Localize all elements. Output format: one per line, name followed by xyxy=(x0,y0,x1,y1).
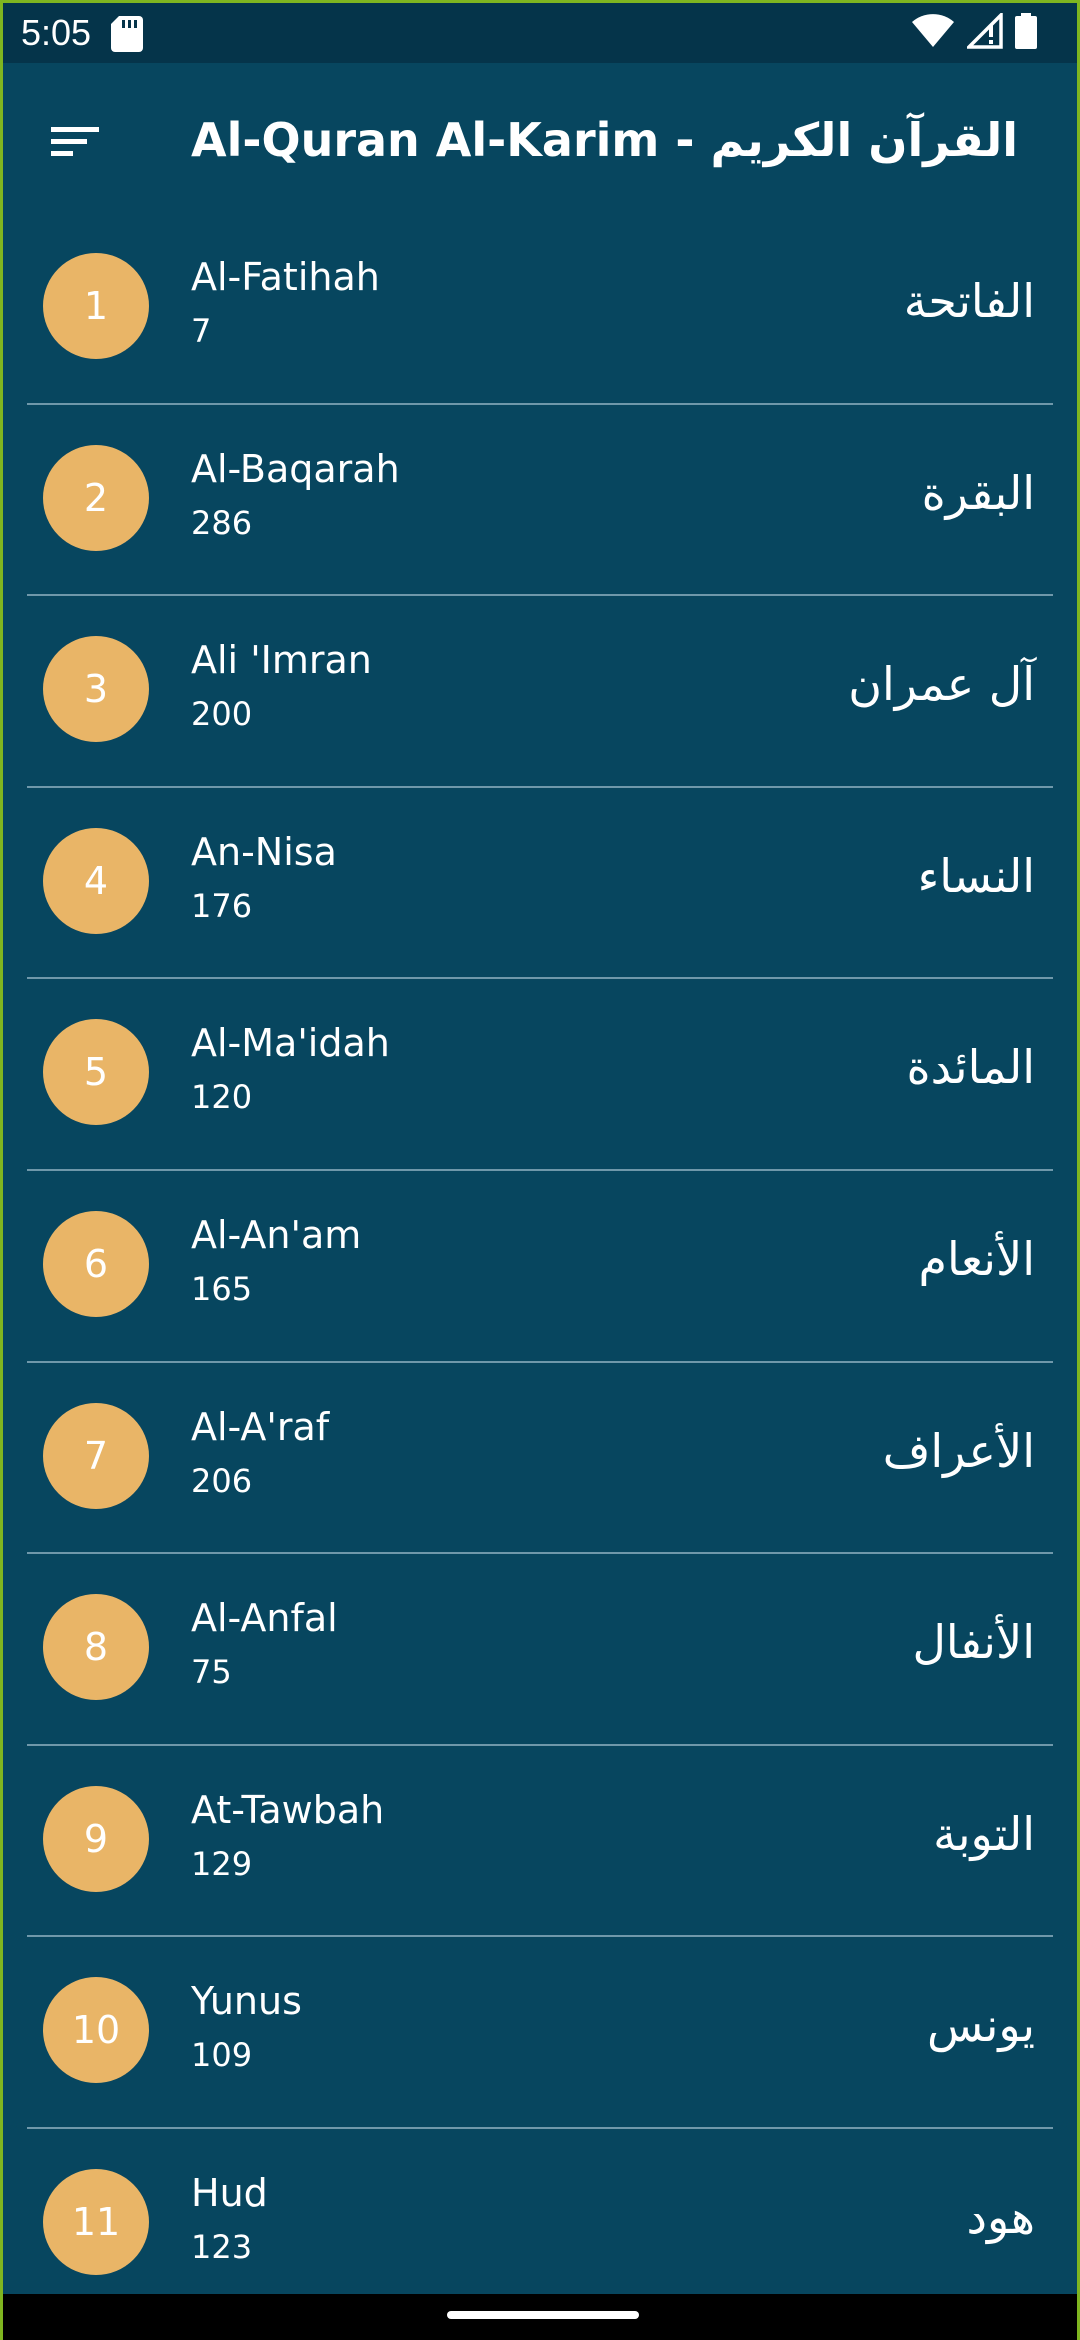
sort-menu-icon[interactable] xyxy=(47,121,103,161)
surah-number-badge: 6 xyxy=(43,1210,149,1317)
surah-number-badge: 4 xyxy=(43,827,149,934)
surah-arabic-name: الأعراف xyxy=(882,1423,1035,1478)
verse-count: 7 xyxy=(191,312,212,350)
surah-number-badge: 3 xyxy=(43,636,149,743)
battery-icon xyxy=(1015,13,1037,53)
navigation-bar xyxy=(3,2294,1077,2340)
surah-arabic-name: الفاتحة xyxy=(903,274,1035,328)
verse-count: 109 xyxy=(191,2036,253,2075)
surah-arabic-name: البقرة xyxy=(921,465,1035,520)
surah-name: Al-Baqarah xyxy=(191,446,400,491)
surah-arabic-name: آل عمران xyxy=(848,657,1035,712)
surah-number-badge: 8 xyxy=(43,1594,149,1701)
surah-name: Al-An'am xyxy=(191,1212,362,1257)
verse-count: 206 xyxy=(191,1461,253,1500)
app-bar: Al-Quran Al-Karim - القرآن الكريم xyxy=(3,63,1077,215)
app-screen: 5:05 Al-Quran Al-Karim - القرآن الكريم 1… xyxy=(0,0,1080,2340)
surah-arabic-name: المائدة xyxy=(906,1040,1035,1095)
surah-number-badge: 2 xyxy=(43,444,149,551)
verse-count: 120 xyxy=(191,1078,253,1117)
surah-arabic-name: الأنفال xyxy=(912,1615,1035,1670)
surah-name: Hud xyxy=(191,2170,268,2215)
surah-number-badge: 7 xyxy=(43,1402,149,1509)
verse-count: 123 xyxy=(191,2227,253,2266)
verse-count: 75 xyxy=(191,1653,232,1692)
status-time: 5:05 xyxy=(21,12,92,53)
surah-number-badge: 1 xyxy=(43,253,149,359)
wifi-icon xyxy=(911,13,955,53)
surah-row[interactable]: 4 An-Nisa 176 النساء xyxy=(3,788,1077,980)
surah-arabic-name: التوبة xyxy=(933,1806,1035,1861)
status-bar: 5:05 xyxy=(3,3,1077,63)
verse-count: 200 xyxy=(191,695,253,734)
page-title: Al-Quran Al-Karim - القرآن الكريم xyxy=(191,113,1019,167)
surah-arabic-name: يونس xyxy=(926,1998,1035,2053)
verse-count: 165 xyxy=(191,1269,253,1308)
surah-row[interactable]: 5 Al-Ma'idah 120 المائدة xyxy=(3,979,1077,1171)
surah-name: Al-Anfal xyxy=(191,1596,338,1641)
surah-number-badge: 11 xyxy=(43,2168,149,2275)
surah-name: Al-A'raf xyxy=(191,1404,330,1449)
surah-name: Al-Fatihah xyxy=(191,255,380,299)
surah-row[interactable]: 1 Al-Fatihah 7 الفاتحة xyxy=(3,213,1077,405)
surah-list: 1 Al-Fatihah 7 الفاتحة 2 Al-Baqarah 286 … xyxy=(3,213,1077,2321)
surah-name: At-Tawbah xyxy=(191,1787,385,1832)
surah-row[interactable]: 10 Yunus 109 يونس xyxy=(3,1937,1077,2129)
surah-arabic-name: النساء xyxy=(917,848,1035,903)
surah-name: Yunus xyxy=(191,1979,302,2024)
surah-arabic-name: هود xyxy=(966,2189,1035,2244)
surah-row[interactable]: 11 Hud 123 هود xyxy=(3,2129,1077,2321)
verse-count: 129 xyxy=(191,1844,253,1883)
verse-count: 286 xyxy=(191,503,253,542)
surah-row[interactable]: 9 At-Tawbah 129 التوبة xyxy=(3,1746,1077,1938)
home-indicator[interactable] xyxy=(447,2311,639,2319)
surah-number-badge: 9 xyxy=(43,1785,149,1892)
surah-number-badge: 10 xyxy=(43,1977,149,2084)
surah-row[interactable]: 6 Al-An'am 165 الأنعام xyxy=(3,1171,1077,1363)
status-icons xyxy=(911,10,1037,53)
verse-count: 176 xyxy=(191,886,253,925)
surah-arabic-name: الأنعام xyxy=(918,1231,1035,1286)
surah-name: Al-Ma'idah xyxy=(191,1021,390,1066)
surah-number-badge: 5 xyxy=(43,1019,149,1126)
surah-row[interactable]: 3 Ali 'Imran 200 آل عمران xyxy=(3,596,1077,788)
surah-name: Ali 'Imran xyxy=(191,638,372,683)
no-signal-icon xyxy=(964,10,1003,53)
sd-card-icon xyxy=(111,16,143,52)
surah-name: An-Nisa xyxy=(191,829,337,874)
surah-row[interactable]: 2 Al-Baqarah 286 البقرة xyxy=(3,405,1077,597)
surah-row[interactable]: 7 Al-A'raf 206 الأعراف xyxy=(3,1363,1077,1555)
surah-row[interactable]: 8 Al-Anfal 75 الأنفال xyxy=(3,1554,1077,1746)
